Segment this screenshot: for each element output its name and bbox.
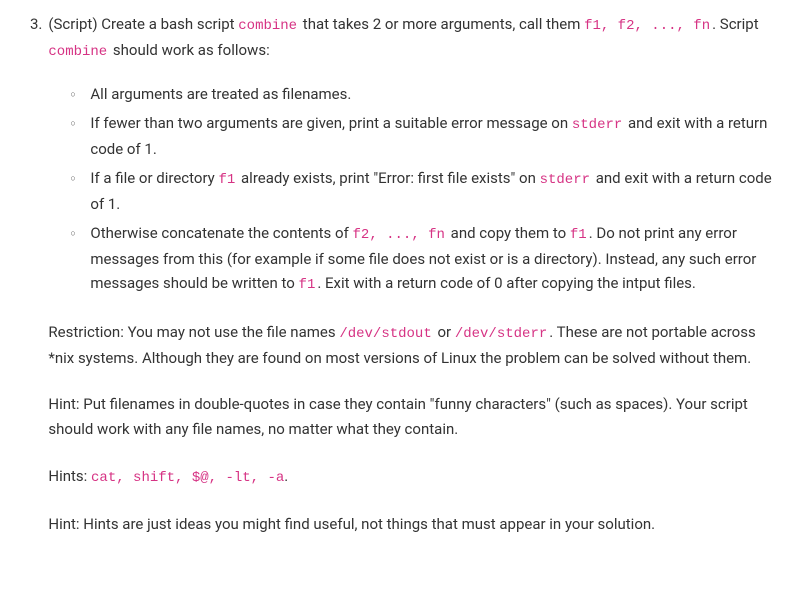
list-item: All arguments are treated as filenames. — [70, 82, 773, 107]
intro-label: (Script) — [48, 15, 97, 33]
code-dev-stderr: /dev/stderr — [455, 326, 549, 342]
hint-1-paragraph: Hint: Put filenames in double-quotes in … — [48, 392, 773, 442]
intro-text-1c: . Script — [712, 15, 759, 33]
hint-1-text: Hint: Put filenames in double-quotes in … — [48, 395, 747, 438]
code-args-list: f1, f2, ..., fn — [584, 18, 712, 34]
code-stderr: stderr — [572, 117, 624, 133]
code-combine: combine — [238, 18, 299, 34]
code-f1: f1 — [218, 172, 237, 188]
bullet-4-text-a: Otherwise concatenate the contents of — [90, 224, 352, 242]
hint-3-text: Hint: Hints are just ideas you might fin… — [48, 515, 655, 533]
bullet-2-text-a: If fewer than two arguments are given, p… — [90, 114, 571, 132]
bullet-3-text-a: If a file or directory — [90, 169, 218, 187]
hint-3-paragraph: Hint: Hints are just ideas you might fin… — [48, 512, 773, 537]
code-f1-2: f1 — [570, 227, 589, 243]
question-content: (Script) Create a bash script combine th… — [48, 12, 773, 559]
restriction-text-b: or — [434, 323, 455, 341]
bullet-4-text-d: . Exit with a return code of 0 after cop… — [317, 274, 696, 292]
intro-text-1b: that takes 2 or more arguments, call the… — [299, 15, 584, 33]
code-hints-list: cat, shift, $@, -lt, -a — [91, 470, 284, 486]
bullet-3-text-b: already exists, print "Error: first file… — [237, 169, 539, 187]
hint-2-text-a: Hints: — [48, 467, 91, 485]
list-item: If fewer than two arguments are given, p… — [70, 111, 773, 162]
code-f1-3: f1 — [299, 277, 318, 293]
intro-text-1a: Create a bash script — [98, 15, 239, 33]
list-item: If a file or directory f1 already exists… — [70, 166, 773, 217]
hint-2-text-b: . — [284, 467, 288, 485]
bullet-4-text-b: and copy them to — [447, 224, 570, 242]
question-intro: (Script) Create a bash script combine th… — [48, 12, 773, 64]
bullet-1-text: All arguments are treated as filenames. — [90, 85, 351, 103]
list-item: Otherwise concatenate the contents of f2… — [70, 221, 773, 298]
question-number: 3. — [30, 12, 42, 559]
code-stderr-2: stderr — [540, 172, 592, 188]
code-f2-fn: f2, ..., fn — [353, 227, 447, 243]
hint-2-paragraph: Hints: cat, shift, $@, -lt, -a. — [48, 464, 773, 490]
question-item: 3. (Script) Create a bash script combine… — [30, 12, 773, 559]
restriction-paragraph: Restriction: You may not use the file na… — [48, 320, 773, 371]
intro-text-1d: should work as follows: — [109, 41, 270, 59]
code-combine-2: combine — [48, 44, 109, 60]
requirements-list: All arguments are treated as filenames. … — [70, 82, 773, 297]
code-dev-stdout: /dev/stdout — [339, 326, 433, 342]
restriction-text-a: Restriction: You may not use the file na… — [48, 323, 339, 341]
